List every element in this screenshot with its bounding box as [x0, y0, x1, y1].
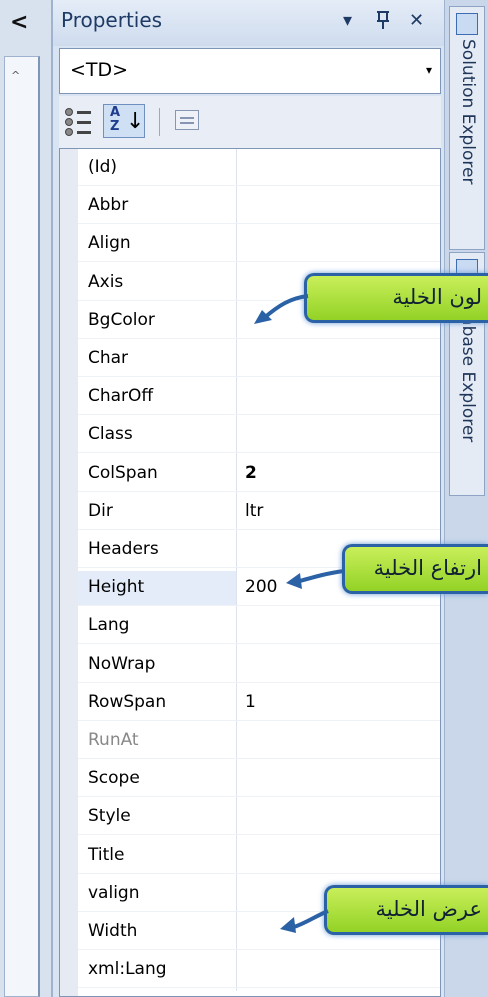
annotation-bgcolor: لون الخلية: [304, 273, 488, 323]
property-row[interactable]: Title: [78, 839, 440, 874]
property-value[interactable]: [237, 609, 437, 643]
property-name: Style: [88, 806, 131, 827]
properties-title-bar: Properties ▾ ✕: [53, 0, 445, 46]
object-selector-value: <TD>: [70, 59, 129, 81]
property-name: ColSpan: [88, 462, 158, 483]
left-collapsed-panel: < ^: [0, 0, 52, 997]
chevron-down-icon[interactable]: ▾: [426, 63, 432, 77]
left-panel-body: ^: [4, 56, 40, 997]
property-row[interactable]: RunAt: [78, 724, 440, 759]
right-docked-tabs: Solution Explorer Database Explorer: [444, 0, 488, 997]
property-pages-button[interactable]: [171, 104, 203, 138]
property-pages-icon: [175, 110, 199, 130]
property-name: Lang: [88, 615, 130, 636]
annotation-bgcolor-text: لون الخلية: [392, 285, 482, 309]
annotation-arrow-height-icon: [286, 569, 345, 589]
object-selector[interactable]: <TD> ▾: [59, 48, 441, 94]
property-name: NoWrap: [88, 653, 156, 674]
property-value[interactable]: [237, 380, 437, 414]
property-value[interactable]: 2: [237, 457, 437, 491]
tab-solution-explorer-label: Solution Explorer: [458, 39, 478, 185]
property-name: RunAt: [88, 730, 139, 750]
property-name: Class: [88, 424, 133, 445]
property-value[interactable]: [237, 227, 437, 261]
sort-down-arrow-icon: ↓: [126, 109, 145, 134]
property-name: valign: [88, 882, 140, 903]
annotation-width: عرض الخلية: [324, 885, 488, 935]
close-icon[interactable]: ✕: [409, 10, 424, 31]
property-name: Dir: [88, 500, 113, 521]
properties-window: Properties ▾ ✕ <TD> ▾ A Z ↓ (Id) Abbr Al…: [52, 0, 445, 997]
annotation-arrow-bgcolor-icon: [254, 294, 309, 324]
properties-toolbar: A Z ↓: [59, 96, 441, 148]
property-row[interactable]: (Id): [78, 151, 440, 186]
property-value[interactable]: [237, 762, 437, 796]
property-row[interactable]: NoWrap: [78, 648, 440, 683]
property-name: CharOff: [88, 386, 154, 407]
property-value[interactable]: [237, 418, 437, 452]
property-row[interactable]: Char: [78, 342, 440, 377]
scroll-up-icon[interactable]: ^: [11, 69, 20, 82]
property-row[interactable]: Lang: [78, 609, 440, 645]
property-name: Width: [88, 921, 138, 941]
property-value[interactable]: [237, 342, 437, 376]
categorized-button[interactable]: [61, 104, 99, 138]
annotation-width-text: عرض الخلية: [375, 897, 482, 921]
window-position-dropdown-icon[interactable]: ▾: [343, 10, 352, 31]
property-value[interactable]: ltr: [237, 495, 437, 529]
property-name: Scope: [88, 768, 140, 789]
property-name: RowSpan: [88, 691, 167, 712]
property-row[interactable]: Dir ltr: [78, 495, 440, 530]
alpha-z-label: Z: [110, 119, 120, 134]
property-row[interactable]: Class: [78, 418, 440, 454]
property-value[interactable]: [237, 189, 437, 223]
tab-solution-explorer[interactable]: Solution Explorer: [449, 6, 485, 250]
toolbar-separator: [159, 108, 160, 136]
alpha-a-label: A: [110, 105, 121, 120]
annotation-height: ارتفاع الخلية: [342, 544, 488, 594]
property-name: Title: [88, 844, 125, 865]
property-value[interactable]: [237, 648, 437, 682]
property-row[interactable]: xml:Lang: [78, 953, 440, 989]
property-value[interactable]: [237, 800, 437, 834]
property-value[interactable]: [237, 839, 437, 873]
property-name: (Id): [88, 157, 118, 177]
property-value[interactable]: [237, 953, 437, 987]
property-row[interactable]: Align: [78, 227, 440, 263]
property-row[interactable]: CharOff: [78, 380, 440, 416]
property-row[interactable]: Scope: [78, 762, 440, 798]
property-name: Abbr: [88, 195, 129, 216]
properties-title: Properties: [61, 8, 163, 32]
alphabetical-button[interactable]: A Z ↓: [103, 104, 145, 138]
collapse-chevron-icon[interactable]: <: [10, 10, 28, 35]
grid-margin: [60, 149, 78, 996]
annotation-arrow-width-icon: [280, 909, 329, 933]
property-value[interactable]: 1: [237, 686, 437, 720]
property-row[interactable]: RowSpan 1: [78, 686, 440, 721]
property-name: Headers: [88, 539, 159, 559]
property-name: Height: [78, 571, 236, 606]
solution-explorer-icon: [456, 13, 478, 35]
property-name: Align: [88, 233, 131, 254]
property-value[interactable]: [237, 724, 437, 758]
annotation-height-text: ارتفاع الخلية: [373, 556, 482, 580]
property-name: xml:Lang: [88, 959, 167, 980]
property-name: Axis: [88, 271, 124, 292]
property-value[interactable]: [237, 151, 437, 185]
property-name: Char: [88, 348, 129, 368]
property-row[interactable]: ColSpan 2: [78, 457, 440, 492]
pin-icon[interactable]: [375, 10, 391, 35]
property-name: BgColor: [88, 309, 155, 330]
property-row[interactable]: Abbr: [78, 189, 440, 225]
property-row[interactable]: Style: [78, 800, 440, 836]
